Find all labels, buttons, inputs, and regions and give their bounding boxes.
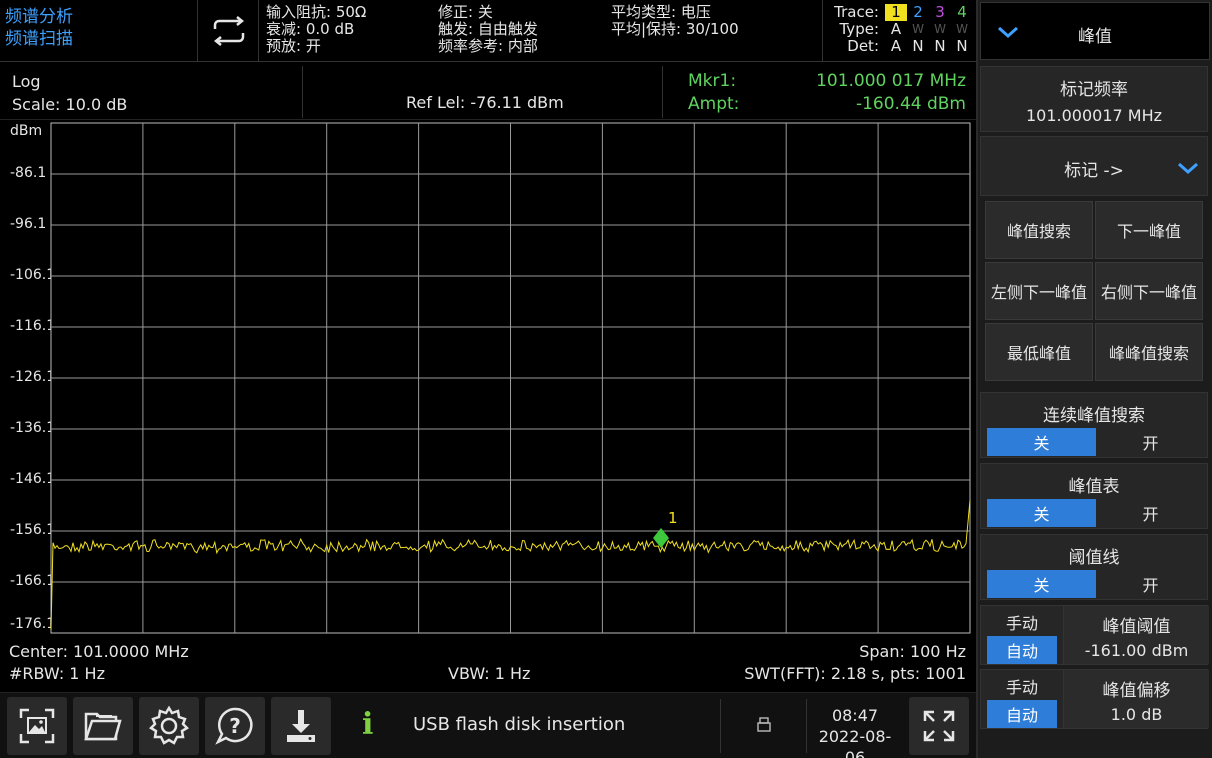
peak-offset-label: 峰值偏移 [1102, 681, 1171, 701]
marker-to-menu[interactable]: 标记 -> [980, 136, 1208, 196]
svg-text:?: ? [229, 714, 241, 738]
settings-button[interactable] [139, 697, 199, 755]
sweep-info: Center: 101.0000 MHz Span: 100 Hz #RBW: … [0, 640, 976, 690]
clock[interactable]: 08:47 2022-08-06 [810, 705, 900, 758]
chevron-down-icon [1178, 162, 1198, 175]
softkey-panel: 峰值 标记频率 101.000017 MHz 标记 -> 峰值搜索 下一峰值 左… [976, 0, 1212, 758]
peak-offset-value: 1.0 dB [1110, 705, 1163, 724]
rbw[interactable]: #RBW: 1 Hz [9, 664, 105, 683]
marker-frequency-field[interactable]: 标记频率 101.000017 MHz [980, 66, 1208, 132]
usb-glyph [757, 717, 771, 732]
peak-table-label: 峰值表 [1068, 477, 1120, 497]
min-peak-button[interactable]: 最低峰值 [985, 323, 1093, 381]
marker-frequency-value: 101.000017 MHz [1025, 106, 1163, 125]
center-frequency[interactable]: Center: 101.0000 MHz [9, 642, 189, 661]
peak-threshold-value: -161.00 dBm [1084, 641, 1189, 660]
expand-icon [923, 710, 955, 742]
status-message: USB flash disk insertion [413, 714, 626, 735]
toggle-on-option[interactable]: 开 [1096, 428, 1205, 456]
continuous-peak-search-field: 连续峰值搜索 关 开 [980, 392, 1208, 458]
file-manager-button[interactable] [73, 697, 133, 755]
toggle-off-option[interactable]: 关 [987, 570, 1096, 598]
usb-icon[interactable] [757, 717, 771, 737]
marker-frequency-label: 标记频率 [1060, 80, 1128, 100]
peak-offset-value-box[interactable]: 峰值偏移 1.0 dB [1063, 670, 1209, 728]
toggle-on-option[interactable]: 开 [1096, 570, 1205, 598]
next-peak-left-button[interactable]: 左侧下一峰值 [985, 262, 1093, 320]
toggle-on-option[interactable]: 开 [1096, 499, 1205, 527]
auto-option[interactable]: 自动 [987, 700, 1057, 728]
download-icon [287, 710, 315, 742]
help-button[interactable]: ? [205, 697, 265, 755]
continuous-peak-search-label: 连续峰值搜索 [1043, 406, 1145, 426]
panel-title: 峰值 [1078, 27, 1112, 47]
peak-threshold-value-box[interactable]: 峰值阈值 -161.00 dBm [1063, 606, 1209, 664]
peak-offset-mode-toggle[interactable]: 手动 自动 [987, 672, 1057, 728]
date: 2022-08-06 [818, 727, 892, 758]
span[interactable]: Span: 100 Hz [859, 642, 966, 661]
peak-search-button[interactable]: 峰值搜索 [985, 201, 1093, 259]
help-icon: ? [215, 707, 253, 745]
spectrum-plot[interactable]: 1 [0, 0, 976, 640]
manual-option[interactable]: 手动 [987, 608, 1057, 636]
continuous-peak-search-toggle[interactable]: 关 开 [987, 428, 1205, 456]
auto-option[interactable]: 自动 [987, 636, 1057, 664]
folder-icon [84, 712, 122, 741]
peak-peak-search-button[interactable]: 峰峰值搜索 [1095, 323, 1203, 381]
peak-table-field: 峰值表 关 开 [980, 463, 1208, 529]
threshold-line-field: 阈值线 关 开 [980, 534, 1208, 600]
gear-icon [148, 705, 190, 745]
peak-table-toggle[interactable]: 关 开 [987, 499, 1205, 527]
marker-1-label: 1 [668, 509, 678, 527]
sweep-time[interactable]: SWT(FFT): 2.18 s, pts: 1001 [744, 664, 966, 683]
marker-to-label: 标记 -> [1064, 161, 1124, 181]
peak-offset-field: 手动 自动 峰值偏移 1.0 dB [980, 669, 1209, 729]
taskbar: ? i USB flash disk insertion 08:47 2022-… [0, 692, 976, 758]
screenshot-icon [19, 708, 55, 744]
screenshot-button[interactable] [7, 697, 67, 755]
fullscreen-button[interactable] [909, 697, 969, 755]
next-peak-button[interactable]: 下一峰值 [1095, 201, 1203, 259]
divider [806, 699, 807, 753]
vbw[interactable]: VBW: 1 Hz [448, 664, 530, 683]
threshold-line-toggle[interactable]: 关 开 [987, 570, 1205, 598]
time: 08:47 [831, 706, 879, 725]
next-peak-right-button[interactable]: 右侧下一峰值 [1095, 262, 1203, 320]
info-icon: i [362, 707, 374, 742]
peak-threshold-field: 手动 自动 峰值阈值 -161.00 dBm [980, 605, 1209, 665]
threshold-line-label: 阈值线 [1068, 548, 1120, 568]
toggle-off-option[interactable]: 关 [987, 499, 1096, 527]
save-button[interactable] [271, 697, 331, 755]
manual-option[interactable]: 手动 [987, 672, 1057, 700]
peak-button-grid: 峰值搜索 下一峰值 左侧下一峰值 右侧下一峰值 最低峰值 峰峰值搜索 [980, 198, 1208, 386]
peak-threshold-mode-toggle[interactable]: 手动 自动 [987, 608, 1057, 664]
panel-title-bar[interactable]: 峰值 [980, 2, 1210, 60]
toggle-off-option[interactable]: 关 [987, 428, 1096, 456]
divider [720, 699, 721, 753]
peak-threshold-label: 峰值阈值 [1102, 617, 1171, 637]
